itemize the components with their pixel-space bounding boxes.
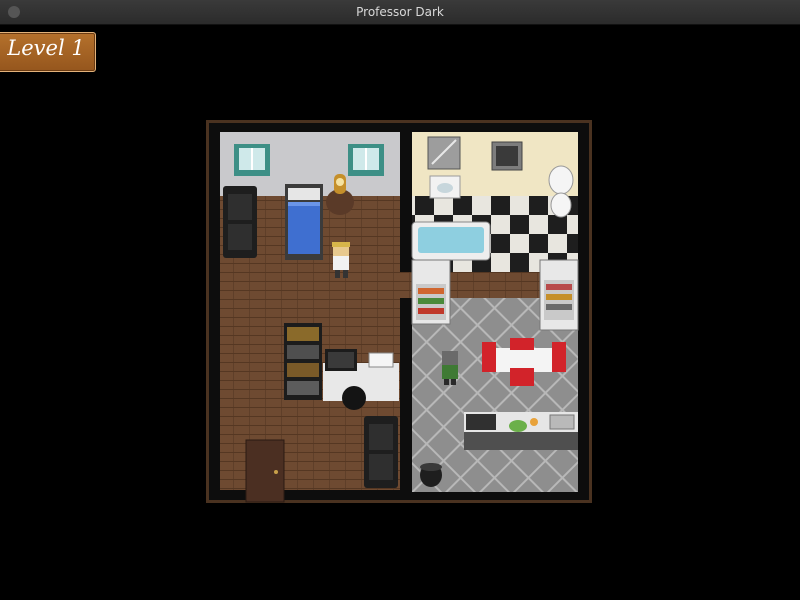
vent-icon <box>491 141 523 171</box>
bathroom <box>411 132 578 272</box>
window-right-icon <box>348 144 384 176</box>
kitchen-counter-icon <box>464 412 578 450</box>
bathtub-icon <box>411 221 491 261</box>
office-chair-icon <box>342 386 366 410</box>
bookshelf-icon <box>284 323 322 400</box>
level-label: Level 1 <box>7 36 85 60</box>
bedroom <box>220 132 400 503</box>
fridge-right-icon <box>539 259 579 331</box>
door-icon[interactable] <box>245 439 285 503</box>
game-map <box>206 120 592 503</box>
fridge-left-icon <box>411 259 451 325</box>
mirror-icon <box>427 136 461 170</box>
sofa-bottom-icon <box>364 416 398 488</box>
window-title: Professor Dark <box>356 5 444 19</box>
sofa-top-icon <box>223 186 257 258</box>
trash-bin-icon <box>420 463 442 487</box>
level-badge: Level 1 <box>0 32 96 72</box>
sink-icon <box>429 175 461 199</box>
window-left-icon <box>234 144 270 176</box>
window-titlebar: Professor Dark <box>0 0 800 25</box>
interior-wall <box>400 132 412 492</box>
bed-icon <box>285 184 323 260</box>
